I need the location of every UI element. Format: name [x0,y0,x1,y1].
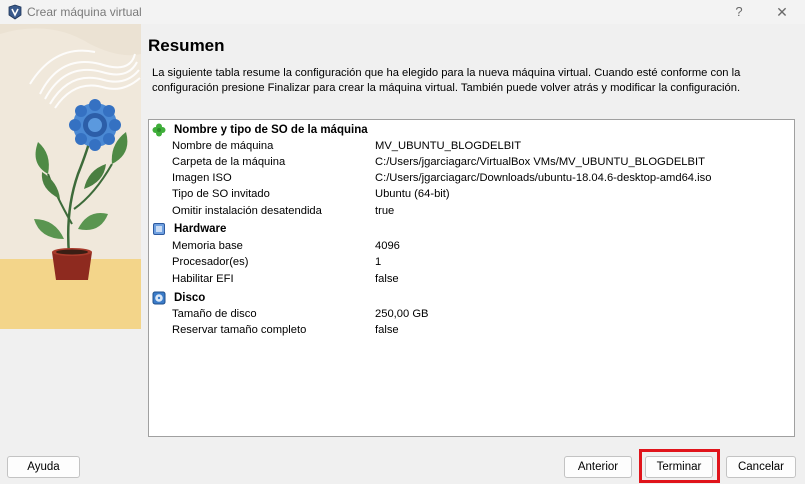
wizard-illustration [0,24,141,329]
row-key: Carpeta de la máquina [172,156,286,168]
row-value: Ubuntu (64-bit) [375,188,450,200]
table-row: Nombre de máquina MV_UBUNTU_BLOGDELBIT [149,139,794,155]
table-row: Memoria base 4096 [149,239,794,255]
table-row: Habilitar EFI false [149,272,794,288]
section-name-os: Nombre y tipo de SO de la máquina [149,121,794,138]
table-row: Imagen ISO C:/Users/jgarciagarc/Download… [149,171,794,187]
table-row: Tipo de SO invitado Ubuntu (64-bit) [149,187,794,203]
row-value: 4096 [375,240,400,252]
row-value: 250,00 GB [375,308,429,320]
section-hardware: Hardware [149,220,794,237]
page-description: La siguiente tabla resume la configuraci… [152,67,741,94]
table-row: Procesador(es) 1 [149,255,794,271]
row-value: C:/Users/jgarciagarc/VirtualBox VMs/MV_U… [375,156,705,168]
section-label: Disco [174,291,206,304]
title-bar: Crear máquina virtual ? ✕ [0,0,805,24]
row-key: Nombre de máquina [172,140,274,152]
row-value: MV_UBUNTU_BLOGDELBIT [375,140,522,152]
row-key: Tamaño de disco [172,308,257,320]
chip-icon [153,222,165,235]
page-title: Resumen [148,36,225,55]
disk-icon [152,291,166,304]
row-value: false [375,273,399,285]
row-key: Imagen ISO [172,172,232,184]
close-icon[interactable]: ✕ [770,1,794,23]
clover-icon [152,123,166,136]
finish-button[interactable]: Terminar [645,456,713,478]
row-key: Omitir instalación desatendida [172,205,322,217]
row-key: Memoria base [172,240,243,252]
row-value: false [375,324,399,336]
row-key: Habilitar EFI [172,273,234,285]
section-label: Hardware [174,222,227,235]
window-title: Crear máquina virtual [27,5,142,19]
section-label: Nombre y tipo de SO de la máquina [174,123,368,136]
section-disk: Disco [149,289,794,306]
row-value: true [375,205,395,217]
help-button[interactable]: Ayuda [7,456,80,478]
back-button[interactable]: Anterior [564,456,632,478]
dialog-window: Crear máquina virtual ? ✕ Resumen La sig… [0,0,805,484]
virtualbox-icon [8,4,22,20]
table-row: Carpeta de la máquina C:/Users/jgarciaga… [149,155,794,171]
row-key: Procesador(es) [172,256,249,268]
summary-table[interactable]: Nombre y tipo de SO de la máquina Nombre… [148,119,795,437]
table-row: Reservar tamaño completo false [149,323,794,339]
row-key: Reservar tamaño completo [172,324,307,336]
row-key: Tipo de SO invitado [172,188,270,200]
help-icon[interactable]: ? [728,1,750,23]
row-value: C:/Users/jgarciagarc/Downloads/ubuntu-18… [375,172,712,184]
row-value: 1 [375,256,382,268]
cancel-button[interactable]: Cancelar [726,456,796,478]
table-row: Omitir instalación desatendida true [149,204,794,220]
table-row: Tamaño de disco 250,00 GB [149,307,794,323]
